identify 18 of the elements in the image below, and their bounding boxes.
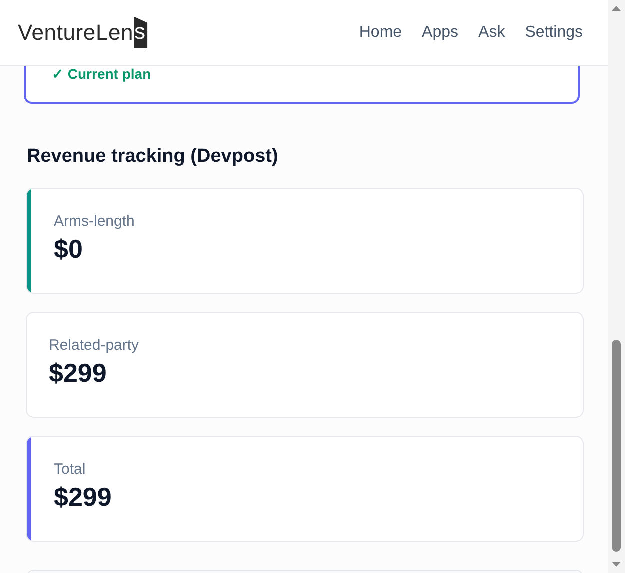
card-value: $299 [49,358,108,389]
scroll-down-icon[interactable] [612,562,621,567]
nav-link[interactable]: Ask [478,24,506,42]
current-plan-label: ✓ Current plan [52,66,152,82]
card-label: Arms-length [54,213,136,230]
scrollbar[interactable] [608,0,625,573]
scroll-up-icon[interactable] [612,6,621,11]
nav-link[interactable]: Apps [422,24,459,42]
nav-link[interactable]: Settings [525,24,583,42]
scrollbar-thumb[interactable] [612,340,621,552]
card-value: $299 [54,482,113,513]
section-title: Revenue tracking (Devpost) [27,146,280,168]
logo-text: VentureLen [18,20,134,46]
card-value: $0 [54,234,84,265]
nav-link[interactable]: Home [359,24,402,42]
card-label: Related-party [49,337,140,354]
logo-mark: s [134,16,148,48]
card-label: Total [54,461,87,478]
